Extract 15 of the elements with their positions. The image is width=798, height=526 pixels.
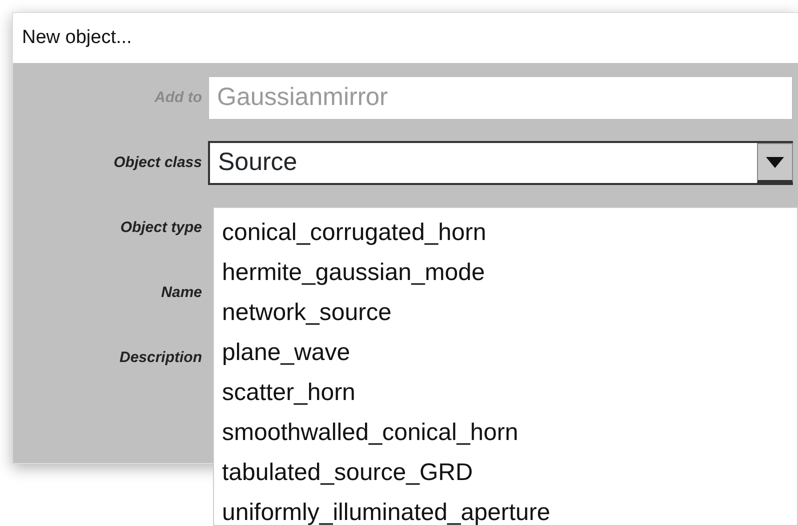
window-title: New object... bbox=[13, 13, 798, 63]
dropdown-option[interactable]: plane_wave bbox=[214, 333, 797, 373]
dropdown-option[interactable]: smoothwalled_conical_horn bbox=[214, 413, 797, 453]
field-label: Name bbox=[160, 282, 203, 303]
dropdown-option[interactable]: conical_corrugated_horn bbox=[214, 213, 797, 253]
field-label: Object type bbox=[119, 218, 203, 238]
dropdown-option[interactable]: network_source bbox=[214, 293, 797, 333]
dropdown-option[interactable]: hermite_gaussian_mode bbox=[214, 253, 797, 293]
dropdown-option[interactable]: tabulated_source_GRD bbox=[214, 453, 797, 493]
select-field[interactable]: Source bbox=[208, 141, 793, 185]
field-label: Object class bbox=[112, 152, 203, 173]
caret-icon bbox=[766, 156, 784, 168]
field-label: Description bbox=[118, 348, 203, 368]
dropdown-option[interactable]: scatter_horn bbox=[214, 373, 797, 413]
dropdown-option[interactable]: uniformly_illuminated_aperture bbox=[214, 493, 797, 526]
